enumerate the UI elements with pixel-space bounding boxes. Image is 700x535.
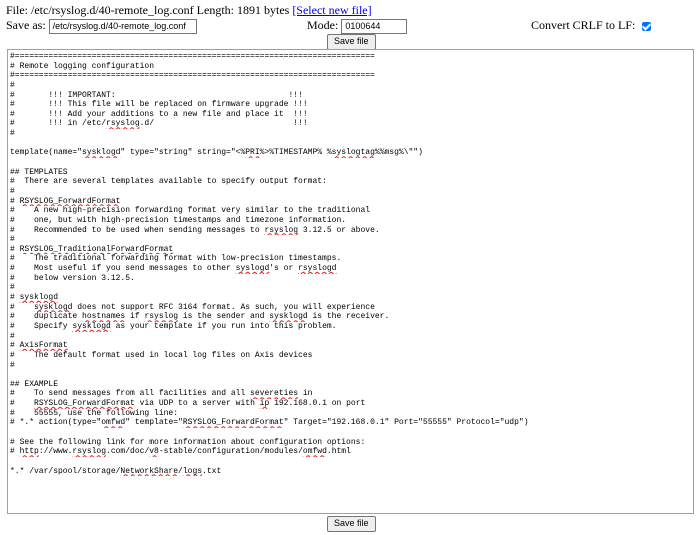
code-line: # [10,283,15,293]
code-line: ​ [10,428,691,438]
code-line: ​ [10,158,691,168]
code-line: # [10,80,15,90]
save-as-label: Save as: [6,18,46,32]
code-line: # AxisFormat [10,341,68,351]
code-line: # Remote logging configuration [10,61,155,71]
code-line: # [10,129,15,139]
file-label: File: [6,3,32,17]
save-file-button-top[interactable]: Save file [327,34,376,50]
mode-input[interactable]: 0100644 [341,18,408,34]
code-line: # 55555, use the following line: [10,408,179,418]
code-line: # duplicate hostnames if rsyslog is the … [10,312,390,322]
code-line: #=======================================… [10,52,375,61]
code-line: # [10,331,15,341]
code-line: # *.* action(type="omfwd" template="RSYS… [10,418,529,428]
code-line: # The traditional forwarding format with… [10,254,342,264]
code-line: # RSYSLOG_ForwardFormat [10,196,121,206]
code-line: # [10,186,15,196]
code-line: # Most useful if you send messages to ot… [10,264,337,274]
code-line: # To send messages from all facilities a… [10,389,313,399]
code-line: # The default format used in local log f… [10,350,313,360]
save-file-button-bottom[interactable]: Save file [327,516,376,532]
file-content-textarea[interactable]: #=======================================… [7,49,694,514]
code-line: # A new high-precision forwarding format… [10,206,371,216]
code-line: # [10,360,15,370]
save-as-input[interactable]: /etc/rsyslog.d/40-remote_log.conf [48,18,197,34]
code-line: # !!! IMPORTANT: !!! [10,90,303,100]
code-line: # http://www.rsyslog.com/doc/v8-stable/c… [10,447,351,457]
code-line: # [10,235,15,245]
code-line: ​ [10,139,691,149]
code-line: # Specify sysklogd as your template if y… [10,321,337,331]
mode-label: Mode: [307,18,339,32]
mode-row: Mode: 0100644 [307,18,408,34]
file-path: /etc/rsyslog.d/40-remote_log.conf [31,3,194,17]
code-line: template(name="sysklogd" type="string" s… [10,148,423,158]
file-info-line: File: /etc/rsyslog.d/40-remote_log.conf … [6,3,372,18]
file-length: Length: 1891 bytes [193,3,293,17]
code-line: # RSYSLOG_TraditionalForwardFormat [10,244,174,254]
code-line: ## TEMPLATES [10,167,68,177]
code-line: # below version 3.12.5. [10,273,135,283]
code-line: # !!! in /etc/rsyslog.d/ !!! [10,119,308,129]
file-content-text: #=======================================… [10,52,691,476]
code-line: # !!! Add your additions to a new file a… [10,109,308,119]
crlf-checkbox[interactable] [642,21,652,31]
select-new-file-link[interactable]: [Select new file] [292,3,371,17]
code-line: ​ [10,457,691,467]
code-line: # one, but with high-precision timestamp… [10,215,347,225]
crlf-label: Convert CRLF to LF: [531,18,636,32]
code-line: # !!! This file will be replaced on firm… [10,100,308,110]
crlf-row: Convert CRLF to LF: [531,18,652,33]
code-line: *.* /var/spool/storage/NetworkShare/logs… [10,466,222,476]
code-line: ​ [10,370,691,380]
code-line: # sysklogd does not support RFC 3164 for… [10,302,375,312]
save-as-row: Save as: /etc/rsyslog.d/40-remote_log.co… [6,18,197,34]
code-line: # RSYSLOG_ForwardFormat via UDP to a ser… [10,399,366,409]
code-line: # See the following link for more inform… [10,437,366,447]
code-line: # sysklogd [10,293,59,303]
code-line: ## EXAMPLE [10,379,59,389]
code-line: # Recommended to be used when sending me… [10,225,380,235]
code-line: # There are several templates available … [10,177,327,187]
code-line: #=======================================… [10,71,375,81]
